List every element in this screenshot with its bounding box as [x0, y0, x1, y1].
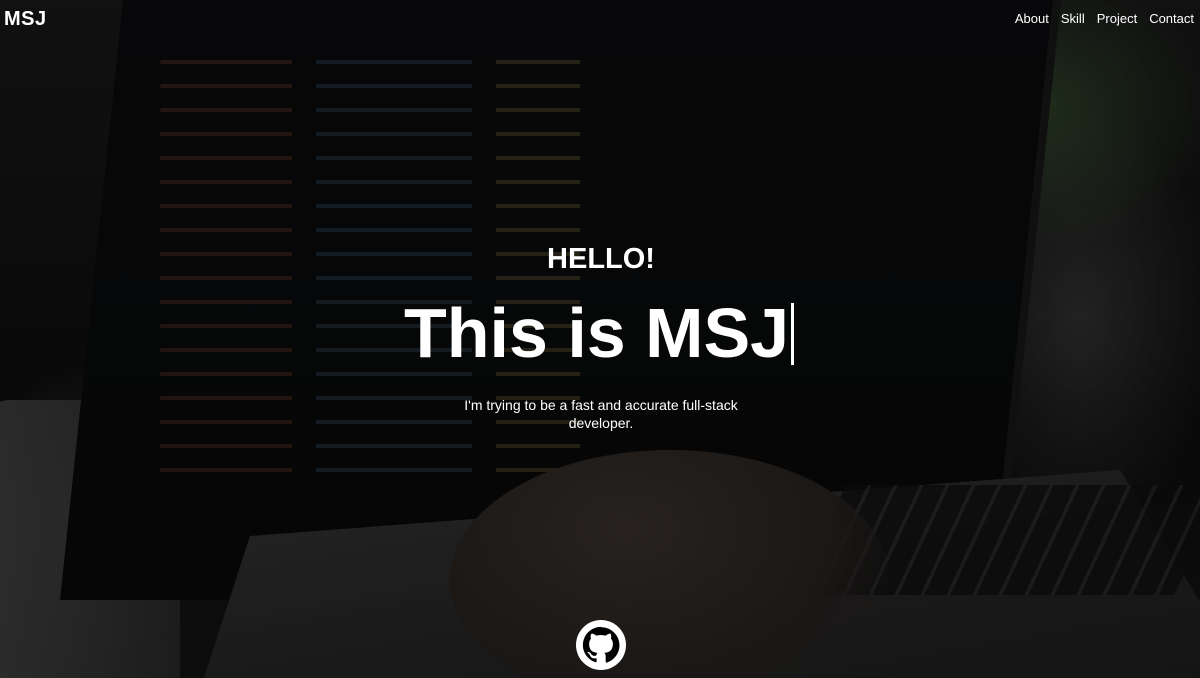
hero-headline-wrapper: This is MSJ	[404, 298, 795, 368]
github-link[interactable]	[576, 620, 626, 670]
github-icon	[576, 620, 626, 670]
hero-section: MSJ About Skill Project Contact HELLO! T…	[0, 0, 1200, 678]
nav-project-link[interactable]: Project	[1097, 11, 1137, 26]
nav-skill-link[interactable]: Skill	[1061, 11, 1085, 26]
site-logo[interactable]: MSJ	[4, 8, 47, 31]
top-nav: About Skill Project Contact	[1015, 11, 1194, 26]
hero-greeting: HELLO!	[547, 243, 655, 275]
typing-cursor	[791, 303, 795, 365]
nav-contact-link[interactable]: Contact	[1149, 11, 1194, 26]
nav-about-link[interactable]: About	[1015, 11, 1049, 26]
hero-subtitle: I'm trying to be a fast and accurate ful…	[464, 397, 738, 431]
hero-headline: This is MSJ	[404, 294, 790, 372]
